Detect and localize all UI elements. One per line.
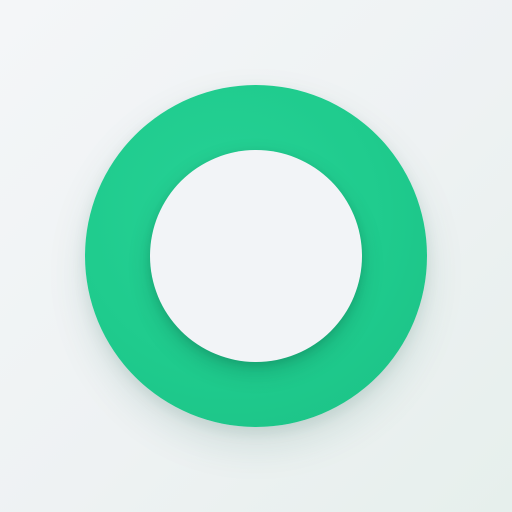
app-icon — [0, 0, 512, 512]
ring-center — [150, 150, 362, 362]
